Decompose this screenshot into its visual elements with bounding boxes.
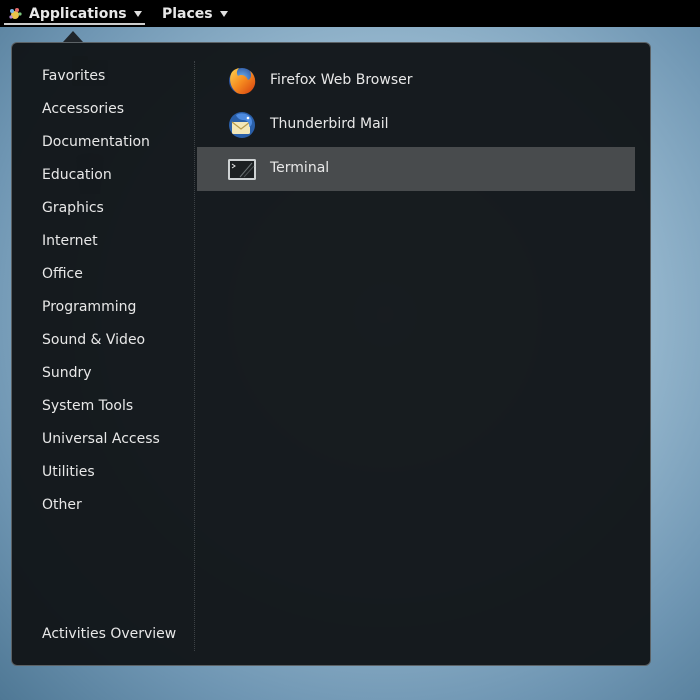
chevron-down-icon — [133, 11, 142, 17]
app-item-thunderbird[interactable]: Thunderbird Mail — [197, 103, 635, 147]
applications-label: Applications — [29, 5, 127, 22]
places-menu-button[interactable]: Places — [162, 0, 228, 27]
top-bar: Applications Places — [0, 0, 700, 27]
thunderbird-icon — [226, 109, 258, 141]
app-label: Terminal — [270, 160, 330, 176]
category-sundry[interactable]: Sundry — [42, 358, 192, 391]
menu-divider — [194, 61, 195, 651]
category-education[interactable]: Education — [42, 160, 192, 193]
category-programming[interactable]: Programming — [42, 292, 192, 325]
firefox-icon — [226, 65, 258, 97]
applications-menu: Favorites Accessories Documentation Educ… — [11, 42, 651, 666]
app-label: Thunderbird Mail — [270, 116, 389, 132]
category-accessories[interactable]: Accessories — [42, 94, 192, 127]
category-other[interactable]: Other — [42, 490, 192, 523]
places-label: Places — [162, 5, 213, 22]
category-office[interactable]: Office — [42, 259, 192, 292]
category-internet[interactable]: Internet — [42, 226, 192, 259]
terminal-icon — [226, 153, 258, 185]
applications-menu-button[interactable]: Applications — [4, 0, 145, 27]
category-utilities[interactable]: Utilities — [42, 457, 192, 490]
app-list: Firefox Web Browser Thunderbird Mail Ter… — [197, 59, 635, 191]
app-item-terminal[interactable]: Terminal — [197, 147, 635, 191]
category-documentation[interactable]: Documentation — [42, 127, 192, 160]
gnome-foot-icon — [8, 7, 22, 21]
chevron-down-icon — [219, 11, 228, 17]
category-universal-access[interactable]: Universal Access — [42, 424, 192, 457]
category-system-tools[interactable]: System Tools — [42, 391, 192, 424]
activities-overview-item[interactable]: Activities Overview — [42, 626, 176, 642]
category-list: Favorites Accessories Documentation Educ… — [42, 61, 192, 523]
category-graphics[interactable]: Graphics — [42, 193, 192, 226]
category-favorites[interactable]: Favorites — [42, 61, 192, 94]
app-item-firefox[interactable]: Firefox Web Browser — [197, 59, 635, 103]
app-label: Firefox Web Browser — [270, 72, 413, 88]
category-sound-video[interactable]: Sound & Video — [42, 325, 192, 358]
menu-pointer — [63, 31, 83, 42]
